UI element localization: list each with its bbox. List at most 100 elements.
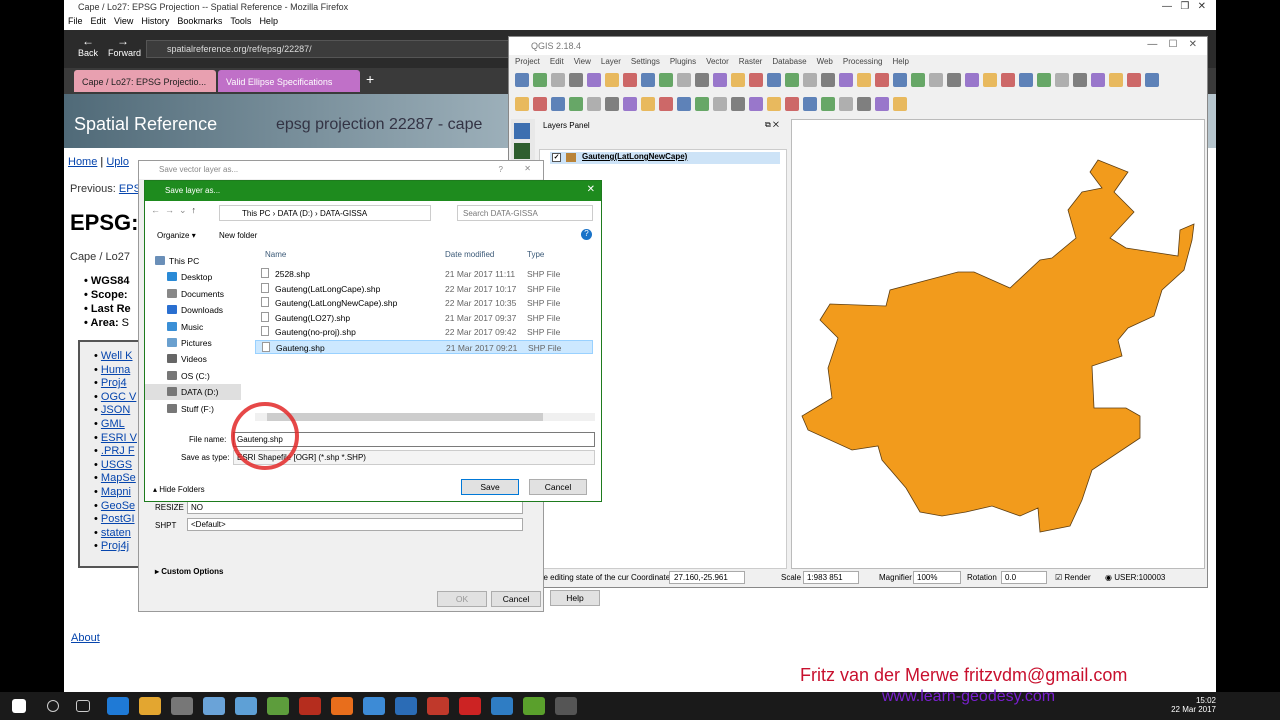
toolbar-tool-icon[interactable]	[515, 73, 529, 87]
toolbar-tool-icon[interactable]	[695, 73, 709, 87]
toolbar-tool-icon[interactable]	[1145, 73, 1159, 87]
add-vector-icon[interactable]	[514, 123, 530, 139]
format-link[interactable]: JSON	[101, 404, 130, 416]
resize-select[interactable]: NO	[187, 501, 523, 514]
qgis-icon[interactable]	[523, 697, 545, 715]
hide-folders-toggle[interactable]: ▴ Hide Folders	[153, 485, 205, 494]
toolbar-tool-icon[interactable]	[1055, 73, 1069, 87]
organize-button[interactable]: Organize ▾	[157, 231, 196, 240]
new-tab-button[interactable]: +	[366, 71, 374, 87]
format-link[interactable]: ESRI V	[101, 432, 137, 444]
toolbar-tool-icon[interactable]	[1001, 73, 1015, 87]
toolbar-tool-icon[interactable]	[641, 97, 655, 111]
toolbar-tool-icon[interactable]	[515, 97, 529, 111]
save-button[interactable]: Save	[461, 479, 519, 495]
layer-visibility-checkbox[interactable]: ✓	[552, 153, 561, 162]
toolbar-tool-icon[interactable]	[695, 97, 709, 111]
toolbar-tool-icon[interactable]	[677, 73, 691, 87]
app-icon[interactable]	[555, 697, 577, 715]
nav-item[interactable]: Desktop	[145, 269, 241, 285]
toolbar-tool-icon[interactable]	[731, 97, 745, 111]
address-breadcrumb[interactable]: This PC › DATA (D:) › DATA-GISSA	[219, 205, 431, 221]
nav-item[interactable]: OS (C:)	[145, 368, 241, 384]
add-raster-icon[interactable]	[514, 143, 530, 159]
menu-item[interactable]: Bookmarks	[177, 16, 222, 30]
render-checkbox[interactable]: ☑ Render	[1055, 573, 1091, 582]
toolbar-tool-icon[interactable]	[1073, 73, 1087, 87]
toolbar-tool-icon[interactable]	[785, 97, 799, 111]
menu-item[interactable]: File	[68, 16, 83, 30]
dialog-close-icon[interactable]: ✕	[524, 164, 531, 173]
app-icon[interactable]	[363, 697, 385, 715]
toolbar-tool-icon[interactable]	[731, 73, 745, 87]
toolbar-tool-icon[interactable]	[839, 97, 853, 111]
qgis-menu-item[interactable]: Plugins	[670, 57, 696, 66]
toolbar-tool-icon[interactable]	[641, 73, 655, 87]
menu-item[interactable]: Tools	[230, 16, 251, 30]
word-icon[interactable]	[395, 697, 417, 715]
toolbar-tool-icon[interactable]	[893, 73, 907, 87]
nav-home[interactable]: Home	[68, 156, 97, 168]
task-view-icon[interactable]	[76, 700, 90, 712]
search-icon[interactable]	[47, 700, 59, 712]
nav-item[interactable]: Documents	[145, 286, 241, 302]
menu-item[interactable]: History	[141, 16, 169, 30]
tab-ellipse[interactable]: Valid Ellipse Specifications	[218, 70, 360, 92]
scroll-thumb[interactable]	[267, 413, 543, 421]
coordinate-field[interactable]: 27.160,-25.961	[669, 571, 745, 584]
format-link[interactable]: USGS	[101, 459, 132, 471]
format-link[interactable]: OGC V	[101, 391, 136, 403]
nav-item[interactable]: This PC	[145, 253, 241, 269]
cancel-button[interactable]: Cancel	[529, 479, 587, 495]
toolbar-tool-icon[interactable]	[875, 97, 889, 111]
toolbar-tool-icon[interactable]	[533, 97, 547, 111]
toolbar-tool-icon[interactable]	[803, 73, 817, 87]
toolbar-tool-icon[interactable]	[605, 73, 619, 87]
start-icon[interactable]	[12, 699, 26, 713]
format-link[interactable]: GML	[101, 418, 125, 430]
toolbar-tool-icon[interactable]	[875, 73, 889, 87]
crumb-data-d[interactable]: DATA (D:)	[278, 209, 313, 218]
toolbar-tool-icon[interactable]	[821, 97, 835, 111]
nav-item[interactable]: Stuff (F:)	[145, 401, 241, 417]
toolbar-tool-icon[interactable]	[839, 73, 853, 87]
clock[interactable]: 15:02 22 Mar 2017	[1171, 696, 1216, 714]
app-icon[interactable]	[203, 697, 225, 715]
toolbar-tool-icon[interactable]	[857, 73, 871, 87]
toolbar-tool-icon[interactable]	[659, 73, 673, 87]
toolbar-tool-icon[interactable]	[785, 73, 799, 87]
toolbar-tool-icon[interactable]	[569, 73, 583, 87]
format-link[interactable]: PostGI	[101, 513, 135, 525]
qgis-menu-item[interactable]: Raster	[739, 57, 763, 66]
crumb-data-gissa[interactable]: DATA-GISSA	[320, 209, 367, 218]
toolbar-tool-icon[interactable]	[893, 97, 907, 111]
toolbar-tool-icon[interactable]	[659, 97, 673, 111]
toolbar-tool-icon[interactable]	[551, 97, 565, 111]
toolbar-tool-icon[interactable]	[803, 97, 817, 111]
toolbar-tool-icon[interactable]	[857, 97, 871, 111]
toolbar-tool-icon[interactable]	[965, 73, 979, 87]
toolbar-tool-icon[interactable]	[929, 73, 943, 87]
firefox-icon[interactable]	[331, 697, 353, 715]
toolbar-tool-icon[interactable]	[713, 97, 727, 111]
toolbar-tool-icon[interactable]	[947, 73, 961, 87]
qgis-menu-item[interactable]: Web	[817, 57, 833, 66]
horizontal-scrollbar[interactable]	[255, 413, 595, 421]
qgis-menu-item[interactable]: Database	[772, 57, 806, 66]
shpt-select[interactable]: <Default>	[187, 518, 523, 531]
toolbar-tool-icon[interactable]	[713, 73, 727, 87]
toolbar-tool-icon[interactable]	[983, 73, 997, 87]
toolbar-tool-icon[interactable]	[749, 97, 763, 111]
crs-button[interactable]: ◉ USER:100003	[1105, 573, 1165, 582]
about-link[interactable]: About	[71, 632, 100, 644]
col-name[interactable]: Name	[265, 250, 286, 259]
toolbar-tool-icon[interactable]	[587, 97, 601, 111]
window-controls[interactable]: — ❐ ✕	[1162, 1, 1206, 12]
ok-button[interactable]: OK	[437, 591, 487, 607]
toolbar-tool-icon[interactable]	[587, 73, 601, 87]
cancel-vector-button[interactable]: Cancel	[491, 591, 541, 607]
menu-item[interactable]: View	[114, 16, 133, 30]
toolbar-tool-icon[interactable]	[1127, 73, 1141, 87]
map-canvas[interactable]	[791, 119, 1205, 569]
rotation-field[interactable]: 0.0	[1001, 571, 1047, 584]
